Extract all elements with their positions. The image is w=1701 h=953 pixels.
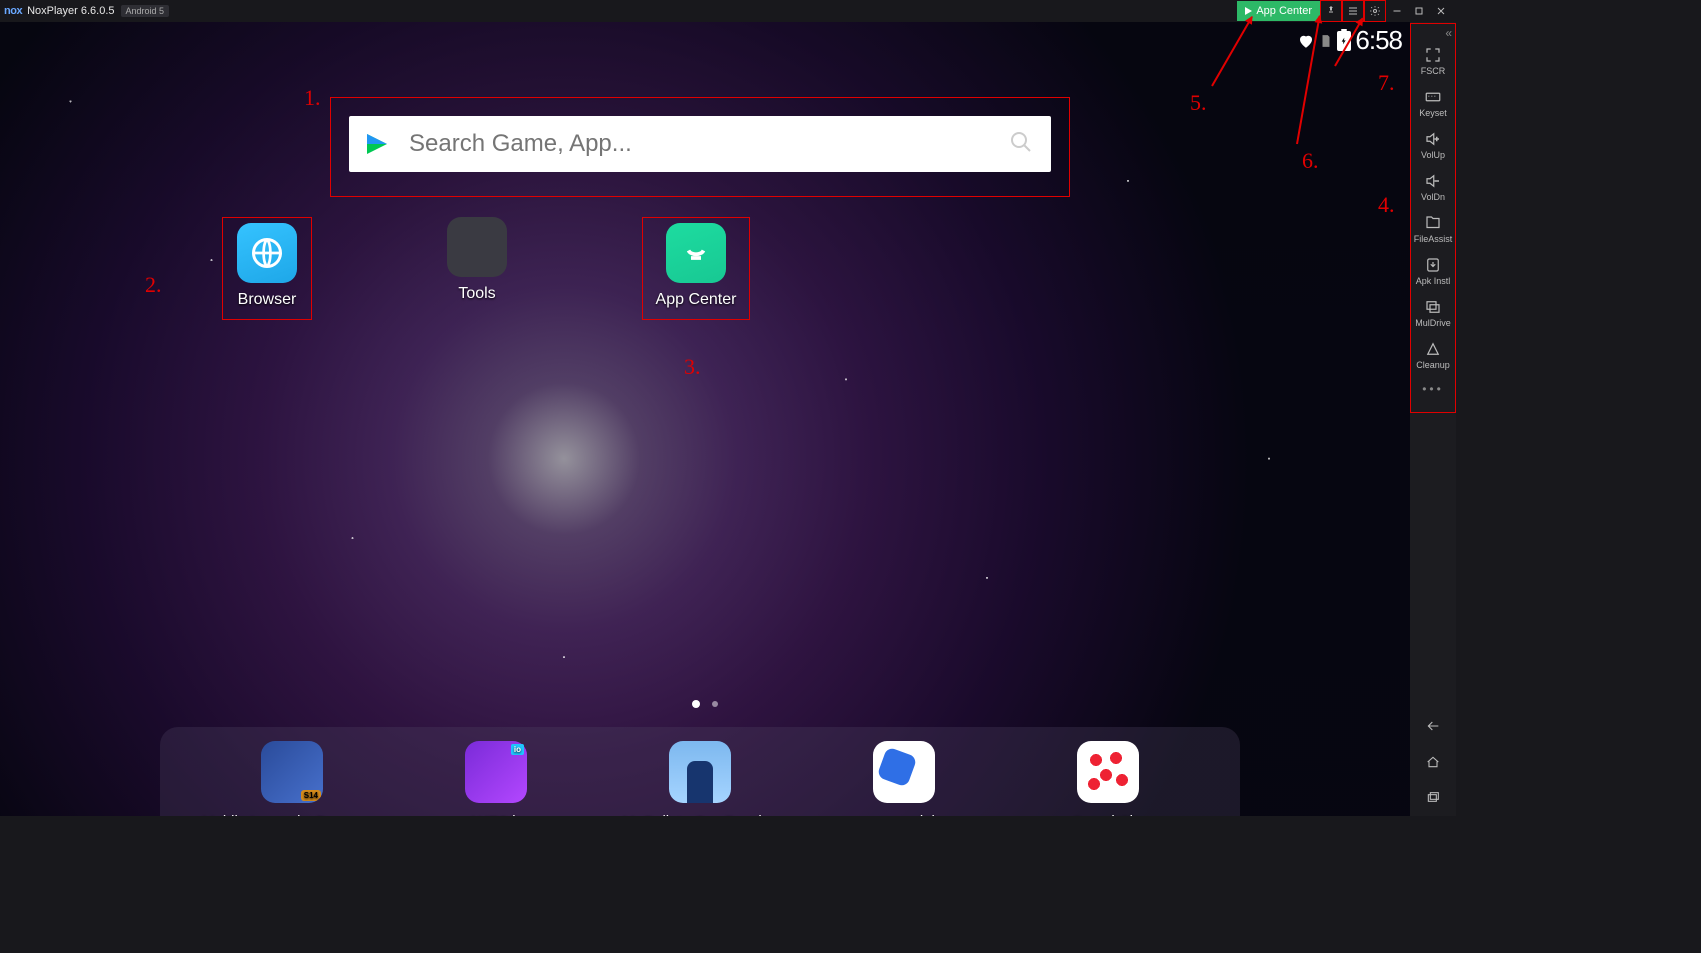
- game-icon: [669, 741, 731, 803]
- dock-label: aquapark.io: [865, 813, 943, 816]
- page-indicator[interactable]: [692, 700, 718, 708]
- search-icon[interactable]: [1009, 130, 1033, 159]
- dock-label: Mobile Legends: Bang Ba..: [202, 813, 382, 816]
- android-back-button[interactable]: [1410, 708, 1456, 744]
- tools-folder-icon: [447, 217, 507, 277]
- window-title: NoxPlayer 6.6.0.5: [27, 5, 114, 17]
- annotation: 2.: [145, 272, 162, 298]
- dock: Mobile Legends: Bang Ba.. AXES.io Mr Bul…: [160, 727, 1240, 816]
- annotation: 6.: [1302, 148, 1319, 174]
- emulator-screen: 6:58 Browser Tools App Center Mobile Leg…: [0, 22, 1410, 816]
- annotation-outline: [1410, 23, 1456, 413]
- clock: 6:58: [1355, 25, 1402, 56]
- annotation: 4.: [1378, 192, 1395, 218]
- annotation: 5.: [1190, 90, 1207, 116]
- page-dot: [712, 701, 718, 707]
- sim-icon: [1319, 32, 1333, 50]
- android-home-button[interactable]: [1410, 744, 1456, 780]
- dock-app-0[interactable]: Mobile Legends: Bang Ba..: [202, 741, 382, 816]
- close-button[interactable]: [1430, 0, 1452, 22]
- browser-app[interactable]: Browser: [222, 217, 312, 320]
- settings-button[interactable]: [1364, 0, 1386, 22]
- play-store-icon: [367, 131, 393, 157]
- dock-app-3[interactable]: aquapark.io: [814, 741, 994, 816]
- browser-icon: [237, 223, 297, 283]
- game-icon: [261, 741, 323, 803]
- search-input[interactable]: [409, 130, 993, 158]
- game-icon: [465, 741, 527, 803]
- game-icon: [1077, 741, 1139, 803]
- app-center-label: App Center: [656, 291, 737, 309]
- annotation: 7.: [1378, 70, 1395, 96]
- title-bar: nox NoxPlayer 6.6.0.5 Android 5 App Cent…: [0, 0, 1456, 22]
- page-dot-active: [692, 700, 700, 708]
- tools-label: Tools: [458, 285, 495, 303]
- app-center-label: App Center: [1256, 5, 1312, 17]
- dock-app-4[interactable]: Crowd City: [1018, 741, 1198, 816]
- search-bar[interactable]: [349, 116, 1051, 172]
- app-center-icon: [666, 223, 726, 283]
- dock-label: Mr Bullet - Spy Puzzles: [622, 813, 777, 816]
- android-version-badge: Android 5: [121, 5, 170, 17]
- annotation: 1.: [304, 85, 321, 111]
- maximize-button[interactable]: [1408, 0, 1430, 22]
- home-icons-row: Browser Tools App Center: [222, 217, 750, 320]
- search-area: [330, 97, 1070, 197]
- dock-app-2[interactable]: Mr Bullet - Spy Puzzles: [610, 741, 790, 816]
- app-logo: nox: [4, 5, 22, 17]
- annotation: 3.: [684, 354, 701, 380]
- theme-button[interactable]: [1320, 0, 1342, 22]
- game-icon: [873, 741, 935, 803]
- app-center-app[interactable]: App Center: [642, 217, 750, 320]
- dock-label: AXES.io: [468, 813, 524, 816]
- android-recents-button[interactable]: [1410, 780, 1456, 816]
- minimize-button[interactable]: [1386, 0, 1408, 22]
- browser-label: Browser: [238, 291, 297, 309]
- dock-app-1[interactable]: AXES.io: [406, 741, 586, 816]
- tools-folder[interactable]: Tools: [432, 217, 522, 320]
- dock-label: Crowd City: [1071, 813, 1144, 816]
